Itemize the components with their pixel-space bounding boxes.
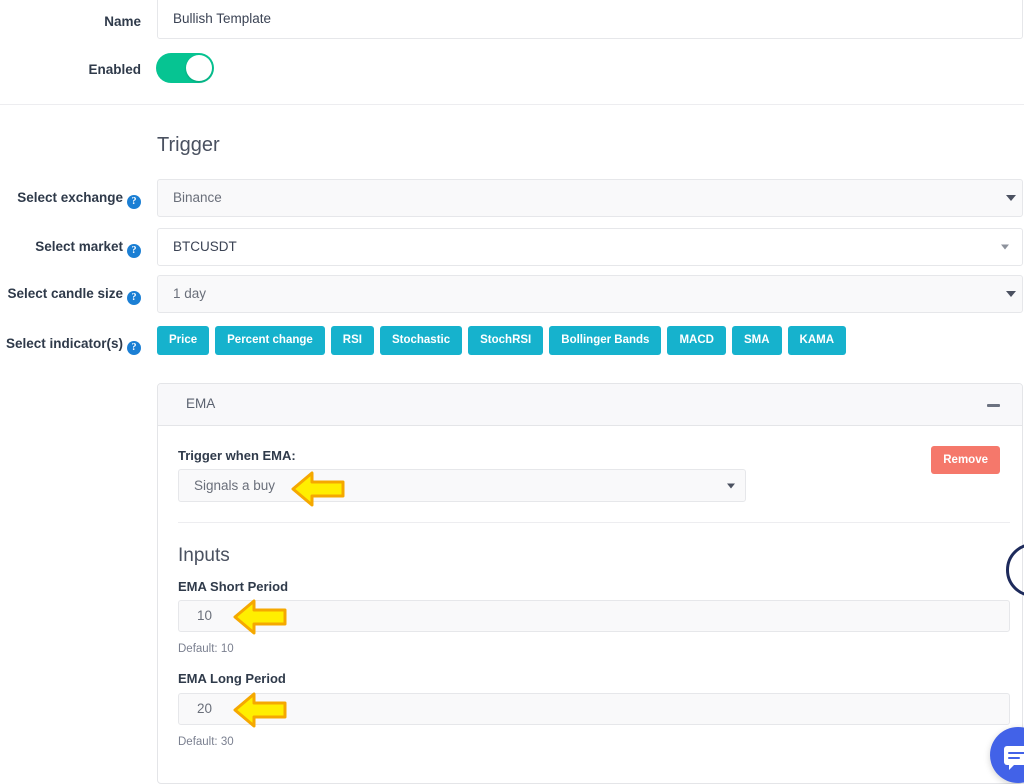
indicators-label-text: Select indicator(s) [5, 336, 123, 351]
ema-card-header: EMA [158, 384, 1022, 426]
chevron-down-icon [727, 483, 735, 488]
help-icon[interactable]: ? [127, 195, 141, 209]
ema-card: EMA Trigger when EMA: Signals a buy Remo… [157, 383, 1023, 784]
name-label: Name [104, 14, 141, 29]
help-icon[interactable]: ? [127, 291, 141, 305]
inputs-divider [178, 522, 1010, 523]
trigger-when-select[interactable]: Signals a buy [178, 469, 746, 502]
collapse-minus-icon[interactable] [987, 404, 1000, 407]
ema-short-period-default: Default: 10 [178, 643, 234, 655]
ema-short-period-label: EMA Short Period [178, 579, 289, 594]
chevron-down-icon [1006, 291, 1016, 297]
market-select[interactable]: BTCUSDT [157, 228, 1023, 266]
help-icon[interactable]: ? [127, 244, 141, 258]
indicator-button[interactable]: Stochastic [379, 326, 463, 355]
indicator-button[interactable]: SMA [731, 326, 782, 355]
chevron-down-icon [1006, 195, 1016, 201]
indicator-button[interactable]: Price [157, 326, 210, 355]
exchange-label-text: Select exchange [17, 190, 123, 205]
candle-size-label-text: Select candle size [7, 286, 123, 301]
page-root: Name Bullish Template Enabled Trigger Se… [0, 0, 1024, 784]
ema-card-title: EMA [186, 396, 216, 411]
inputs-heading: Inputs [178, 545, 230, 566]
indicator-button[interactable]: Bollinger Bands [549, 326, 662, 355]
indicator-button[interactable]: Percent change [215, 326, 325, 355]
ema-long-period-default: Default: 30 [178, 736, 234, 748]
indicator-button[interactable]: StochRSI [468, 326, 544, 355]
toggle-knob [186, 55, 212, 81]
ema-long-period-label: EMA Long Period [178, 671, 286, 686]
chevron-down-icon [1001, 244, 1009, 250]
trigger-heading: Trigger [157, 134, 220, 156]
indicator-button[interactable]: MACD [667, 326, 726, 355]
ema-short-period-input[interactable]: 10 [178, 600, 1010, 632]
market-label: Select market? [0, 238, 141, 258]
enabled-label: Enabled [88, 62, 141, 77]
indicator-button[interactable]: RSI [330, 326, 374, 355]
help-icon[interactable]: ? [127, 341, 141, 355]
market-select-value: BTCUSDT [173, 239, 237, 254]
chat-bubble-icon [1004, 746, 1024, 770]
remove-button[interactable]: Remove [931, 446, 1000, 474]
exchange-label: Select exchange? [0, 189, 141, 209]
trigger-when-value: Signals a buy [194, 478, 276, 493]
market-label-text: Select market [35, 239, 123, 254]
enabled-toggle[interactable] [156, 53, 214, 83]
indicators-label: Select indicator(s)? [0, 335, 141, 355]
candle-size-select-value: 1 day [173, 286, 207, 301]
ema-long-period-input[interactable]: 20 [178, 693, 1010, 725]
candle-size-select[interactable]: 1 day [157, 275, 1023, 313]
indicator-button[interactable]: KAMA [787, 326, 847, 355]
chat-bubble-line [1008, 752, 1024, 754]
section-divider [0, 104, 1024, 105]
trigger-when-label: Trigger when EMA: [178, 448, 296, 463]
indicator-button-group: Price Percent change RSI Stochastic StochRSI… [157, 326, 847, 355]
chat-bubble-line [1008, 757, 1020, 759]
candle-size-label: Select candle size? [0, 285, 141, 305]
name-input[interactable]: Bullish Template [157, 0, 1023, 39]
exchange-select[interactable]: Binance [157, 179, 1023, 217]
exchange-select-value: Binance [173, 190, 222, 205]
